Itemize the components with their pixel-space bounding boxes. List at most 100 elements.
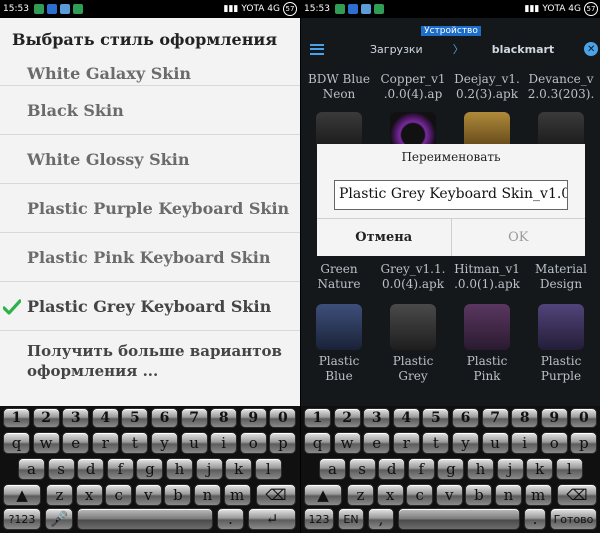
number-key[interactable]: 1 bbox=[304, 408, 331, 428]
letter-key[interactable]: f bbox=[106, 458, 134, 480]
period-key[interactable]: . bbox=[217, 508, 244, 530]
letter-key[interactable]: n bbox=[194, 484, 221, 506]
letter-key[interactable]: t bbox=[121, 432, 149, 454]
letter-key[interactable]: l bbox=[254, 458, 282, 480]
letter-key[interactable]: r bbox=[392, 432, 420, 454]
letter-key[interactable]: b bbox=[465, 484, 493, 506]
device-tab[interactable]: Устройство bbox=[301, 18, 600, 36]
letter-key[interactable]: i bbox=[210, 432, 238, 454]
letter-key[interactable]: c bbox=[406, 484, 434, 506]
skin-item[interactable]: White Galaxy Skin bbox=[0, 64, 300, 86]
number-key[interactable]: 6 bbox=[452, 408, 479, 428]
number-key[interactable]: 4 bbox=[91, 408, 119, 428]
letter-key[interactable]: g bbox=[136, 458, 164, 480]
backspace-key[interactable]: ⌫ bbox=[557, 484, 597, 506]
number-key[interactable]: 2 bbox=[32, 408, 60, 428]
number-key[interactable]: 7 bbox=[481, 408, 509, 428]
letter-key[interactable]: p bbox=[570, 432, 598, 454]
letter-key[interactable]: k bbox=[526, 458, 554, 480]
file-item[interactable]: Copper_v1.0.0(4).ap bbox=[375, 72, 451, 102]
number-key[interactable]: 5 bbox=[121, 408, 149, 428]
file-item[interactable]: Plastic Blue bbox=[301, 304, 377, 384]
letter-key[interactable]: a bbox=[18, 458, 45, 480]
letter-key[interactable]: w bbox=[32, 432, 60, 454]
file-item[interactable]: Plastic Grey bbox=[375, 304, 451, 384]
shift-key[interactable]: ▲ bbox=[304, 484, 342, 506]
letter-key[interactable]: y bbox=[452, 432, 479, 454]
letter-key[interactable]: d bbox=[378, 458, 406, 480]
letter-key[interactable]: x bbox=[75, 484, 103, 506]
letter-key[interactable]: y bbox=[151, 432, 178, 454]
letter-key[interactable]: h bbox=[467, 458, 494, 480]
letter-key[interactable]: o bbox=[540, 432, 568, 454]
skin-item[interactable]: Plastic Purple Keyboard Skin bbox=[0, 184, 300, 233]
ok-button[interactable]: OK bbox=[452, 219, 586, 256]
enter-key[interactable]: ↵ bbox=[248, 508, 296, 530]
letter-key[interactable]: t bbox=[422, 432, 450, 454]
number-key[interactable]: 0 bbox=[269, 408, 297, 428]
letter-key[interactable]: e bbox=[363, 432, 391, 454]
number-key[interactable]: 3 bbox=[363, 408, 391, 428]
mode-key[interactable]: ?123 bbox=[3, 508, 41, 530]
letter-key[interactable]: p bbox=[269, 432, 297, 454]
letter-key[interactable]: i bbox=[511, 432, 539, 454]
file-item[interactable]: Devance_v 2.0.3(203). bbox=[523, 72, 599, 102]
number-key[interactable]: 8 bbox=[511, 408, 539, 428]
letter-key[interactable]: q bbox=[3, 432, 30, 454]
letter-key[interactable]: e bbox=[62, 432, 90, 454]
mode-key[interactable]: 123 bbox=[304, 508, 334, 530]
file-item[interactable]: Deejay_v1. 0.2(3).apk bbox=[449, 72, 525, 102]
number-key[interactable]: 9 bbox=[239, 408, 267, 428]
rename-input[interactable]: Plastic Grey Keyboard Skin_v1.0 bbox=[334, 180, 568, 210]
skin-item-selected[interactable]: Plastic Grey Keyboard Skin bbox=[0, 282, 300, 331]
letter-key[interactable]: f bbox=[407, 458, 435, 480]
number-key[interactable]: 2 bbox=[333, 408, 361, 428]
number-key[interactable]: 4 bbox=[392, 408, 420, 428]
letter-key[interactable]: l bbox=[555, 458, 583, 480]
space-key[interactable] bbox=[77, 508, 213, 530]
letter-key[interactable]: m bbox=[524, 484, 552, 506]
backspace-key[interactable]: ⌫ bbox=[256, 484, 296, 506]
letter-key[interactable]: v bbox=[435, 484, 463, 506]
letter-key[interactable]: n bbox=[495, 484, 522, 506]
letter-key[interactable]: m bbox=[223, 484, 251, 506]
letter-key[interactable]: j bbox=[195, 458, 223, 480]
number-key[interactable]: 0 bbox=[570, 408, 598, 428]
letter-key[interactable]: g bbox=[437, 458, 465, 480]
voice-key[interactable]: 🎤 bbox=[45, 508, 73, 530]
period-key[interactable]: . bbox=[524, 508, 546, 530]
skin-item[interactable]: Plastic Pink Keyboard Skin bbox=[0, 233, 300, 282]
breadcrumb-blackmart[interactable]: blackmart bbox=[492, 43, 554, 56]
letter-key[interactable]: a bbox=[319, 458, 346, 480]
letter-key[interactable]: c bbox=[105, 484, 133, 506]
file-item[interactable]: Grey_v1.1. 0.0(4).apk bbox=[375, 262, 451, 292]
number-key[interactable]: 5 bbox=[422, 408, 450, 428]
number-key[interactable]: 1 bbox=[3, 408, 30, 428]
number-key[interactable]: 7 bbox=[180, 408, 208, 428]
letter-key[interactable]: u bbox=[481, 432, 509, 454]
number-key[interactable]: 9 bbox=[540, 408, 568, 428]
skin-item[interactable]: White Glossy Skin bbox=[0, 135, 300, 184]
comma-key[interactable]: , bbox=[368, 508, 394, 530]
letter-key[interactable]: s bbox=[348, 458, 376, 480]
file-item[interactable]: Hitman_v1.0.0(1).apk bbox=[449, 262, 525, 292]
letter-key[interactable]: o bbox=[239, 432, 267, 454]
done-key[interactable]: Готово bbox=[550, 508, 597, 530]
breadcrumb-downloads[interactable]: Загрузки bbox=[370, 43, 423, 56]
letter-key[interactable]: u bbox=[180, 432, 208, 454]
letter-key[interactable]: r bbox=[91, 432, 119, 454]
cancel-button[interactable]: Отмена bbox=[317, 219, 452, 256]
space-key[interactable] bbox=[398, 508, 520, 530]
letter-key[interactable]: x bbox=[376, 484, 404, 506]
letter-key[interactable]: b bbox=[164, 484, 192, 506]
close-icon[interactable]: ✕ bbox=[584, 42, 599, 56]
letter-key[interactable]: d bbox=[77, 458, 105, 480]
letter-key[interactable]: j bbox=[496, 458, 524, 480]
file-item[interactable]: Plastic Purple bbox=[523, 304, 599, 384]
number-key[interactable]: 8 bbox=[210, 408, 238, 428]
letter-key[interactable]: v bbox=[134, 484, 162, 506]
letter-key[interactable]: z bbox=[46, 484, 73, 506]
letter-key[interactable]: w bbox=[333, 432, 361, 454]
letter-key[interactable]: q bbox=[304, 432, 331, 454]
letter-key[interactable]: h bbox=[166, 458, 193, 480]
